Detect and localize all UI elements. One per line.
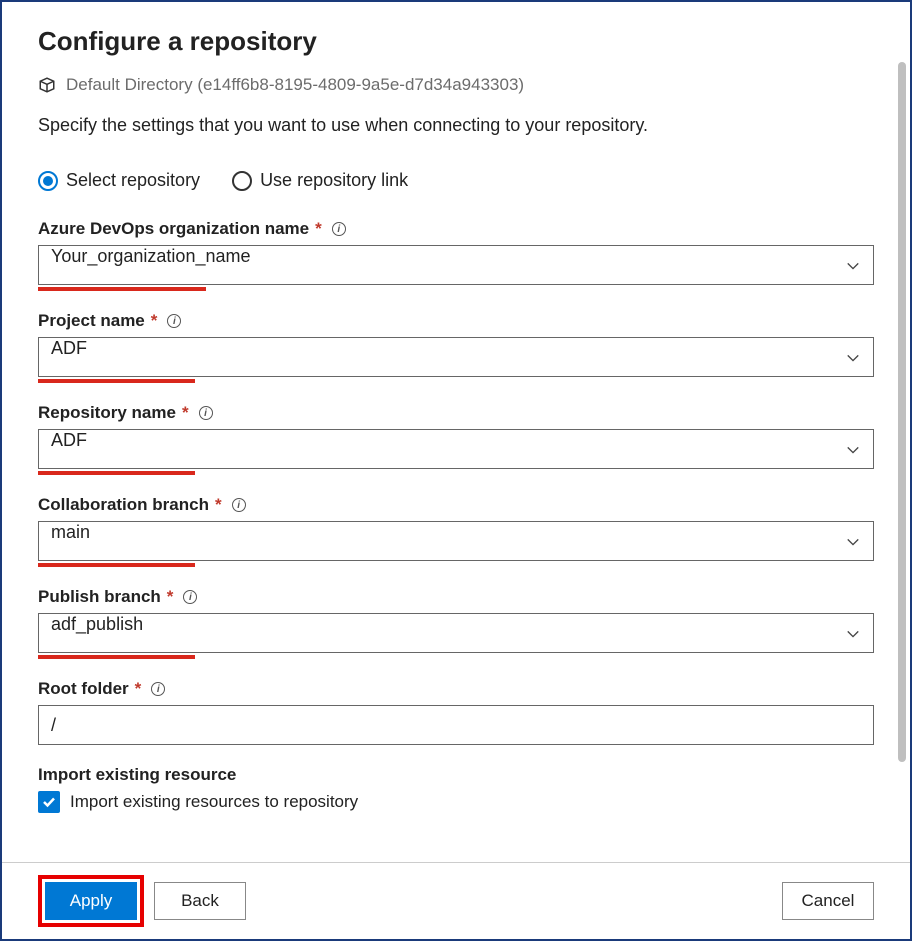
project-name-select[interactable]: ADF [38,337,874,377]
root-folder-input[interactable] [38,705,874,745]
import-existing-section: Import existing resource Import existing… [38,765,874,813]
directory-icon [38,76,56,94]
highlight-underline [38,287,206,291]
page-title: Configure a repository [38,26,874,57]
checkbox-checked-icon [38,791,60,813]
highlight-underline [38,563,195,567]
org-name-select[interactable]: Your_organization_name [38,245,874,285]
publish-branch-select[interactable]: adf_publish [38,613,874,653]
info-icon[interactable]: i [151,682,165,696]
radio-select-repository[interactable]: Select repository [38,170,200,191]
cancel-button[interactable]: Cancel [782,882,874,920]
required-icon: * [315,219,322,239]
repository-name-select[interactable]: ADF [38,429,874,469]
radio-dot-icon [232,171,252,191]
label-text: Project name [38,311,145,331]
field-label: Root folder * i [38,679,874,699]
panel-content: Configure a repository Default Directory… [2,2,910,862]
collaboration-branch-select[interactable]: main [38,521,874,561]
info-icon[interactable]: i [183,590,197,604]
field-label: Azure DevOps organization name * i [38,219,874,239]
directory-label: Default Directory (e14ff6b8-8195-4809-9a… [66,75,524,95]
field-label: Collaboration branch * i [38,495,874,515]
checkbox-label: Import existing resources to repository [70,792,358,812]
highlight-underline [38,379,195,383]
field-org-name: Azure DevOps organization name * i Your_… [38,219,874,291]
field-publish-branch: Publish branch * i adf_publish [38,587,874,659]
label-text: Azure DevOps organization name [38,219,309,239]
info-icon[interactable]: i [232,498,246,512]
field-root-folder: Root folder * i [38,679,874,745]
field-repository-name: Repository name * i ADF [38,403,874,475]
required-icon: * [151,311,158,331]
repo-mode-radio-group: Select repository Use repository link [38,170,874,191]
field-project-name: Project name * i ADF [38,311,874,383]
apply-button[interactable]: Apply [45,882,137,920]
radio-use-repository-link[interactable]: Use repository link [232,170,408,191]
panel-footer: Apply Back Cancel [2,862,910,939]
configure-repository-panel: Configure a repository Default Directory… [2,2,910,939]
required-icon: * [182,403,189,423]
apply-highlight-box: Apply [38,875,144,927]
info-icon[interactable]: i [167,314,181,328]
label-text: Root folder [38,679,129,699]
field-label: Project name * i [38,311,874,331]
label-text: Repository name [38,403,176,423]
label-text: Collaboration branch [38,495,209,515]
breadcrumb: Default Directory (e14ff6b8-8195-4809-9a… [38,75,874,95]
radio-dot-selected-icon [38,171,58,191]
highlight-underline [38,655,195,659]
radio-label: Select repository [66,170,200,191]
import-section-label: Import existing resource [38,765,874,785]
radio-label: Use repository link [260,170,408,191]
required-icon: * [215,495,222,515]
field-label: Repository name * i [38,403,874,423]
required-icon: * [167,587,174,607]
highlight-underline [38,471,195,475]
back-button[interactable]: Back [154,882,246,920]
required-icon: * [135,679,142,699]
field-label: Publish branch * i [38,587,874,607]
page-description: Specify the settings that you want to us… [38,115,874,136]
scrollbar-thumb[interactable] [898,62,906,762]
field-collaboration-branch: Collaboration branch * i main [38,495,874,567]
info-icon[interactable]: i [199,406,213,420]
info-icon[interactable]: i [332,222,346,236]
import-existing-checkbox-row[interactable]: Import existing resources to repository [38,791,874,813]
label-text: Publish branch [38,587,161,607]
